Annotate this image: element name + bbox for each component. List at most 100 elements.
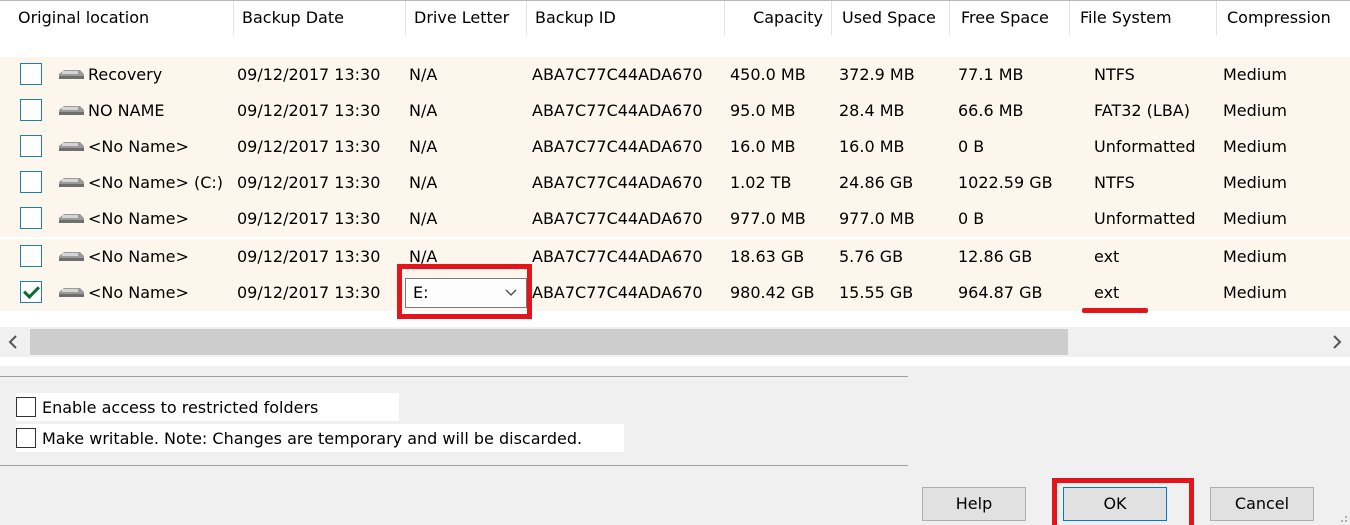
used-space: 28.4 MB bbox=[839, 101, 905, 120]
compression: Medium bbox=[1223, 137, 1287, 156]
scroll-left-icon[interactable] bbox=[0, 327, 28, 357]
hard-drive-icon bbox=[59, 70, 84, 79]
row-checkbox[interactable] bbox=[20, 99, 42, 121]
capacity: 977.0 MB bbox=[730, 209, 806, 228]
free-space: 0 B bbox=[958, 137, 985, 156]
column-header-row: Original location Backup Date Drive Lett… bbox=[0, 1, 1350, 35]
free-space: 66.6 MB bbox=[958, 101, 1024, 120]
backup-id: ABA7C77C44ADA670 bbox=[532, 283, 703, 302]
backup-date: 09/12/2017 13:30 bbox=[237, 247, 381, 266]
used-space: 5.76 GB bbox=[839, 247, 904, 266]
make-writable-checkbox[interactable] bbox=[16, 428, 36, 448]
make-writable-label: Make writable. Note: Changes are tempora… bbox=[42, 428, 583, 448]
backup-id: ABA7C77C44ADA670 bbox=[532, 101, 703, 120]
backup-id: ABA7C77C44ADA670 bbox=[532, 209, 703, 228]
backup-id: ABA7C77C44ADA670 bbox=[532, 173, 703, 192]
cancel-button[interactable]: Cancel bbox=[1210, 487, 1314, 521]
row-checkbox[interactable] bbox=[20, 171, 42, 193]
backup-id: ABA7C77C44ADA670 bbox=[532, 65, 703, 84]
drive-letter: N/A bbox=[409, 173, 438, 192]
backup-id: ABA7C77C44ADA670 bbox=[532, 247, 703, 266]
ok-highlight-box bbox=[1052, 478, 1194, 525]
original-location: <No Name> bbox=[88, 283, 189, 302]
row-checkbox-checked[interactable] bbox=[20, 281, 42, 303]
backup-date: 09/12/2017 13:30 bbox=[237, 137, 381, 156]
header-drive-letter[interactable]: Drive Letter bbox=[406, 1, 527, 35]
original-location: <No Name> (C:) bbox=[88, 173, 223, 192]
header-used-space[interactable]: Used Space bbox=[832, 1, 950, 35]
backup-date: 09/12/2017 13:30 bbox=[237, 283, 381, 302]
capacity: 95.0 MB bbox=[730, 101, 796, 120]
header-backup-id[interactable]: Backup ID bbox=[527, 1, 725, 35]
hard-drive-icon bbox=[59, 214, 84, 223]
drive-letter: N/A bbox=[409, 209, 438, 228]
header-capacity[interactable]: Capacity bbox=[725, 1, 832, 35]
compression: Medium bbox=[1223, 247, 1287, 266]
used-space: 372.9 MB bbox=[839, 65, 915, 84]
table-row-selected[interactable]: <No Name> 09/12/2017 13:30 E: ABA7C77C44… bbox=[0, 275, 1350, 311]
free-space: 1022.59 GB bbox=[958, 173, 1053, 192]
free-space: 77.1 MB bbox=[958, 65, 1024, 84]
original-location: Recovery bbox=[88, 65, 163, 84]
drive-letter-highlight-box bbox=[397, 264, 532, 319]
header-original-location[interactable]: Original location bbox=[0, 1, 234, 35]
file-system: Unformatted bbox=[1094, 209, 1196, 228]
capacity: 1.02 TB bbox=[730, 173, 792, 192]
header-free-space[interactable]: Free Space bbox=[950, 1, 1070, 35]
row-checkbox[interactable] bbox=[20, 135, 42, 157]
original-location: <No Name> bbox=[88, 247, 189, 266]
help-button[interactable]: Help bbox=[922, 487, 1026, 521]
free-space: 964.87 GB bbox=[958, 283, 1043, 302]
file-system: ext bbox=[1094, 283, 1120, 302]
compression: Medium bbox=[1223, 209, 1287, 228]
drive-letter: N/A bbox=[409, 65, 438, 84]
capacity: 980.42 GB bbox=[730, 283, 815, 302]
used-space: 15.55 GB bbox=[839, 283, 914, 302]
header-compression[interactable]: Compression bbox=[1217, 1, 1350, 35]
compression: Medium bbox=[1223, 65, 1287, 84]
hard-drive-icon bbox=[59, 106, 84, 115]
compression: Medium bbox=[1223, 173, 1287, 192]
used-space: 16.0 MB bbox=[839, 137, 905, 156]
header-backup-date[interactable]: Backup Date bbox=[234, 1, 406, 35]
scroll-right-icon[interactable] bbox=[1322, 327, 1350, 357]
file-system-underline bbox=[1082, 308, 1148, 313]
compression: Medium bbox=[1223, 283, 1287, 302]
table-row[interactable]: <No Name> 09/12/2017 13:30 N/A ABA7C77C4… bbox=[0, 239, 1350, 275]
original-location: NO NAME bbox=[88, 101, 165, 120]
table-row[interactable]: NO NAME 09/12/2017 13:30 N/A ABA7C77C44A… bbox=[0, 93, 1350, 129]
table-row[interactable]: Recovery 09/12/2017 13:30 N/A ABA7C77C44… bbox=[0, 57, 1350, 93]
file-system: NTFS bbox=[1094, 65, 1135, 84]
hard-drive-icon bbox=[59, 178, 84, 187]
horizontal-scrollbar[interactable] bbox=[0, 327, 1350, 357]
restricted-folders-label: Enable access to restricted folders bbox=[42, 397, 319, 417]
used-space: 977.0 MB bbox=[839, 209, 915, 228]
hard-drive-icon bbox=[59, 288, 84, 297]
scrollbar-thumb[interactable] bbox=[30, 329, 1068, 355]
enable-restricted-folders-option[interactable]: Enable access to restricted folders bbox=[16, 393, 399, 421]
backup-date: 09/12/2017 13:30 bbox=[237, 173, 381, 192]
make-writable-option[interactable]: Make writable. Note: Changes are tempora… bbox=[16, 424, 624, 452]
row-checkbox[interactable] bbox=[20, 207, 42, 229]
hard-drive-icon bbox=[59, 142, 84, 151]
divider bbox=[0, 465, 908, 466]
file-system: NTFS bbox=[1094, 173, 1135, 192]
divider bbox=[0, 376, 908, 377]
row-checkbox[interactable] bbox=[20, 245, 42, 267]
resize-grip-icon[interactable] bbox=[1336, 511, 1348, 523]
table-row[interactable]: <No Name> 09/12/2017 13:30 N/A ABA7C77C4… bbox=[0, 201, 1350, 237]
file-system: Unformatted bbox=[1094, 137, 1196, 156]
free-space: 12.86 GB bbox=[958, 247, 1033, 266]
table-row[interactable]: <No Name> (C:) 09/12/2017 13:30 N/A ABA7… bbox=[0, 165, 1350, 201]
table-row[interactable]: <No Name> 09/12/2017 13:30 N/A ABA7C77C4… bbox=[0, 129, 1350, 165]
restricted-folders-checkbox[interactable] bbox=[16, 397, 36, 417]
backup-date: 09/12/2017 13:30 bbox=[237, 101, 381, 120]
original-location: <No Name> bbox=[88, 137, 189, 156]
backup-id: ABA7C77C44ADA670 bbox=[532, 137, 703, 156]
file-system: FAT32 (LBA) bbox=[1094, 101, 1190, 120]
backup-list-view[interactable]: Original location Backup Date Drive Lett… bbox=[0, 0, 1350, 366]
backup-date: 09/12/2017 13:30 bbox=[237, 209, 381, 228]
backup-date: 09/12/2017 13:30 bbox=[237, 65, 381, 84]
row-checkbox[interactable] bbox=[20, 63, 42, 85]
header-file-system[interactable]: File System bbox=[1070, 1, 1217, 35]
